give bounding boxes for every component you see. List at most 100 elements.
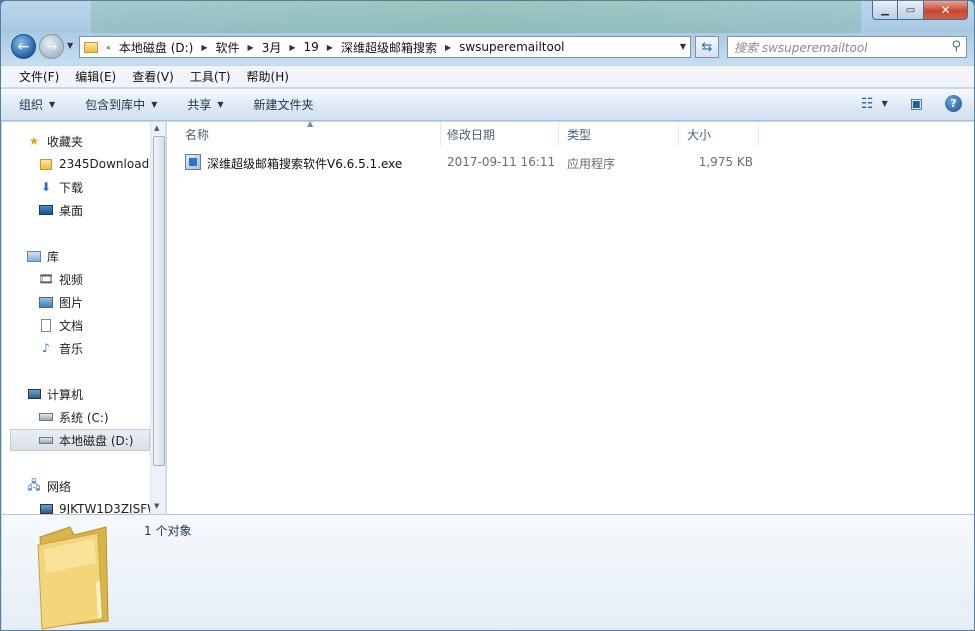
- chevron-down-icon: ▼: [49, 100, 56, 109]
- column-size[interactable]: 大小: [679, 122, 759, 146]
- new-folder-button[interactable]: 新建文件夹: [254, 96, 314, 113]
- search-icon[interactable]: ⚲: [951, 39, 961, 54]
- tree-item-pictures[interactable]: 图片: [38, 291, 165, 313]
- tree-libraries[interactable]: 库: [26, 245, 165, 267]
- breadcrumb-app-folder[interactable]: 深维超级邮箱搜索: [341, 39, 437, 56]
- chevron-up-icon[interactable]: ▲: [154, 124, 159, 132]
- breadcrumb-software[interactable]: 软件: [216, 39, 240, 56]
- tree-item-videos[interactable]: 🎞 视频: [38, 268, 165, 290]
- column-type[interactable]: 类型: [559, 122, 679, 146]
- tree-item-2345downloads[interactable]: 2345Downloads: [38, 153, 165, 175]
- chevron-right-icon[interactable]: ▶: [327, 43, 333, 52]
- refresh-icon: ⇆: [701, 39, 713, 55]
- tree-label: 计算机: [47, 387, 84, 402]
- address-dropdown-icon[interactable]: ▼: [680, 42, 686, 51]
- details-pane: 1 个对象: [2, 514, 974, 630]
- tree-label: 系统 (C:): [59, 410, 109, 425]
- table-row[interactable]: 深维超级邮箱搜索软件V6.6.5.1.exe 2017-09-11 16:11 …: [181, 152, 781, 174]
- tree-item-documents[interactable]: 文档: [38, 314, 165, 336]
- folder-icon: [37, 526, 109, 630]
- column-label: 类型: [567, 127, 592, 142]
- share-label: 共享: [187, 98, 212, 112]
- breadcrumb-march[interactable]: 3月: [262, 39, 282, 56]
- tree-label: 库: [47, 249, 60, 264]
- share-button[interactable]: 共享 ▼: [187, 96, 223, 113]
- view-options-icon[interactable]: ☷: [861, 96, 874, 112]
- chevron-right-icon[interactable]: ▶: [445, 43, 451, 52]
- computer-icon: [38, 502, 54, 514]
- tree-label: 图片: [59, 295, 84, 310]
- library-icon: [26, 249, 42, 263]
- menu-file[interactable]: 文件(F): [19, 68, 59, 85]
- chevron-down-icon[interactable]: ▼: [154, 502, 159, 510]
- breadcrumb-current[interactable]: swsuperemailtool: [459, 40, 564, 54]
- address-bar[interactable]: « 本地磁盘 (D:) ▶ 软件 ▶ 3月 ▶ 19 ▶ 深维超级邮箱搜索 ▶ …: [79, 36, 691, 58]
- tree-computer[interactable]: 计算机: [26, 383, 165, 405]
- menu-tools[interactable]: 工具(T): [190, 68, 231, 85]
- column-label: 修改日期: [447, 127, 496, 142]
- chevron-right-icon[interactable]: ▶: [289, 43, 295, 52]
- chevron-down-icon[interactable]: ▼: [882, 99, 888, 108]
- music-icon: ♪: [42, 341, 50, 355]
- help-icon[interactable]: ?: [945, 95, 962, 112]
- tree-label: 下载: [59, 180, 84, 195]
- tree-label: 桌面: [59, 203, 84, 218]
- search-placeholder: 搜索 swsuperemailtool: [734, 41, 868, 55]
- navigation-pane: ★ 收藏夹 2345Downloads ⬇ 下载 桌面 库 🎞 视频 图片 文档…: [2, 122, 166, 514]
- tree-item-drive-d[interactable]: 本地磁盘 (D:): [10, 429, 150, 451]
- document-icon: [38, 318, 54, 332]
- column-date[interactable]: 修改日期: [439, 122, 559, 146]
- network-icon: 🖧: [27, 477, 41, 492]
- scroll-thumb[interactable]: [153, 136, 165, 466]
- tree-label: 视频: [59, 272, 84, 287]
- search-input[interactable]: 搜索 swsuperemailtool ⚲: [727, 36, 967, 58]
- file-size: 1,975 KB: [698, 155, 753, 169]
- breadcrumb-19[interactable]: 19: [304, 40, 319, 54]
- include-in-library-button[interactable]: 包含到库中 ▼: [85, 96, 157, 113]
- preview-pane-icon[interactable]: ▣: [910, 96, 923, 112]
- navigation-row: ← → ▼ « 本地磁盘 (D:) ▶ 软件 ▶ 3月 ▶ 19 ▶ 深维超级邮…: [1, 33, 974, 61]
- refresh-button[interactable]: ⇆: [695, 36, 719, 58]
- tree-label: 音乐: [59, 341, 84, 356]
- tree-network[interactable]: 🖧 网络: [26, 475, 165, 497]
- recent-pages-dropdown[interactable]: ▼: [67, 41, 73, 50]
- chevron-down-icon: ▼: [217, 100, 224, 109]
- tree-item-drive-c[interactable]: 系统 (C:): [38, 406, 165, 428]
- tree-favorites[interactable]: ★ 收藏夹: [26, 130, 165, 152]
- view-controls: ☷ ▼ ▣ ?: [845, 95, 962, 112]
- minimize-button[interactable]: ▁: [872, 1, 898, 20]
- arrow-right-icon: →: [45, 38, 58, 55]
- maximize-button[interactable]: ▭: [898, 1, 924, 20]
- arrow-left-icon: ←: [17, 38, 30, 55]
- back-button[interactable]: ←: [11, 34, 36, 59]
- chevron-left-icon[interactable]: «: [106, 43, 111, 52]
- caption-background: [91, 1, 861, 33]
- include-in-library-label: 包含到库中: [85, 98, 146, 112]
- tree-label: 9JKTW1D3ZISFWT4: [59, 502, 150, 514]
- video-icon: 🎞: [38, 272, 54, 286]
- tree-item-downloads[interactable]: ⬇ 下载: [38, 176, 165, 198]
- menu-edit[interactable]: 编辑(E): [75, 68, 116, 85]
- tree-item-music[interactable]: ♪ 音乐: [38, 337, 165, 359]
- nav-scrollbar[interactable]: ▲ ▼: [150, 122, 165, 514]
- column-label: 大小: [687, 127, 712, 142]
- folder-icon: [38, 157, 54, 171]
- forward-button[interactable]: →: [39, 34, 64, 59]
- drive-icon: [38, 433, 54, 447]
- menu-help[interactable]: 帮助(H): [247, 68, 289, 85]
- star-icon: ★: [28, 134, 40, 148]
- menu-view[interactable]: 查看(V): [132, 68, 174, 85]
- tree-item-network-host[interactable]: 9JKTW1D3ZISFWT4: [38, 498, 150, 514]
- close-button[interactable]: ✕: [924, 1, 968, 20]
- system-drive-icon: [38, 410, 54, 424]
- organize-button[interactable]: 组织 ▼: [19, 96, 55, 113]
- file-name: 深维超级邮箱搜索软件V6.6.5.1.exe: [207, 157, 403, 171]
- column-name[interactable]: 名称: [177, 122, 441, 146]
- breadcrumb-drive[interactable]: 本地磁盘 (D:): [119, 39, 193, 56]
- chevron-down-icon: ▼: [151, 100, 158, 109]
- folder-icon: [84, 41, 98, 53]
- file-date: 2017-09-11 16:11: [447, 155, 556, 169]
- tree-item-desktop[interactable]: 桌面: [38, 199, 165, 221]
- chevron-right-icon[interactable]: ▶: [201, 43, 207, 52]
- chevron-right-icon[interactable]: ▶: [248, 43, 254, 52]
